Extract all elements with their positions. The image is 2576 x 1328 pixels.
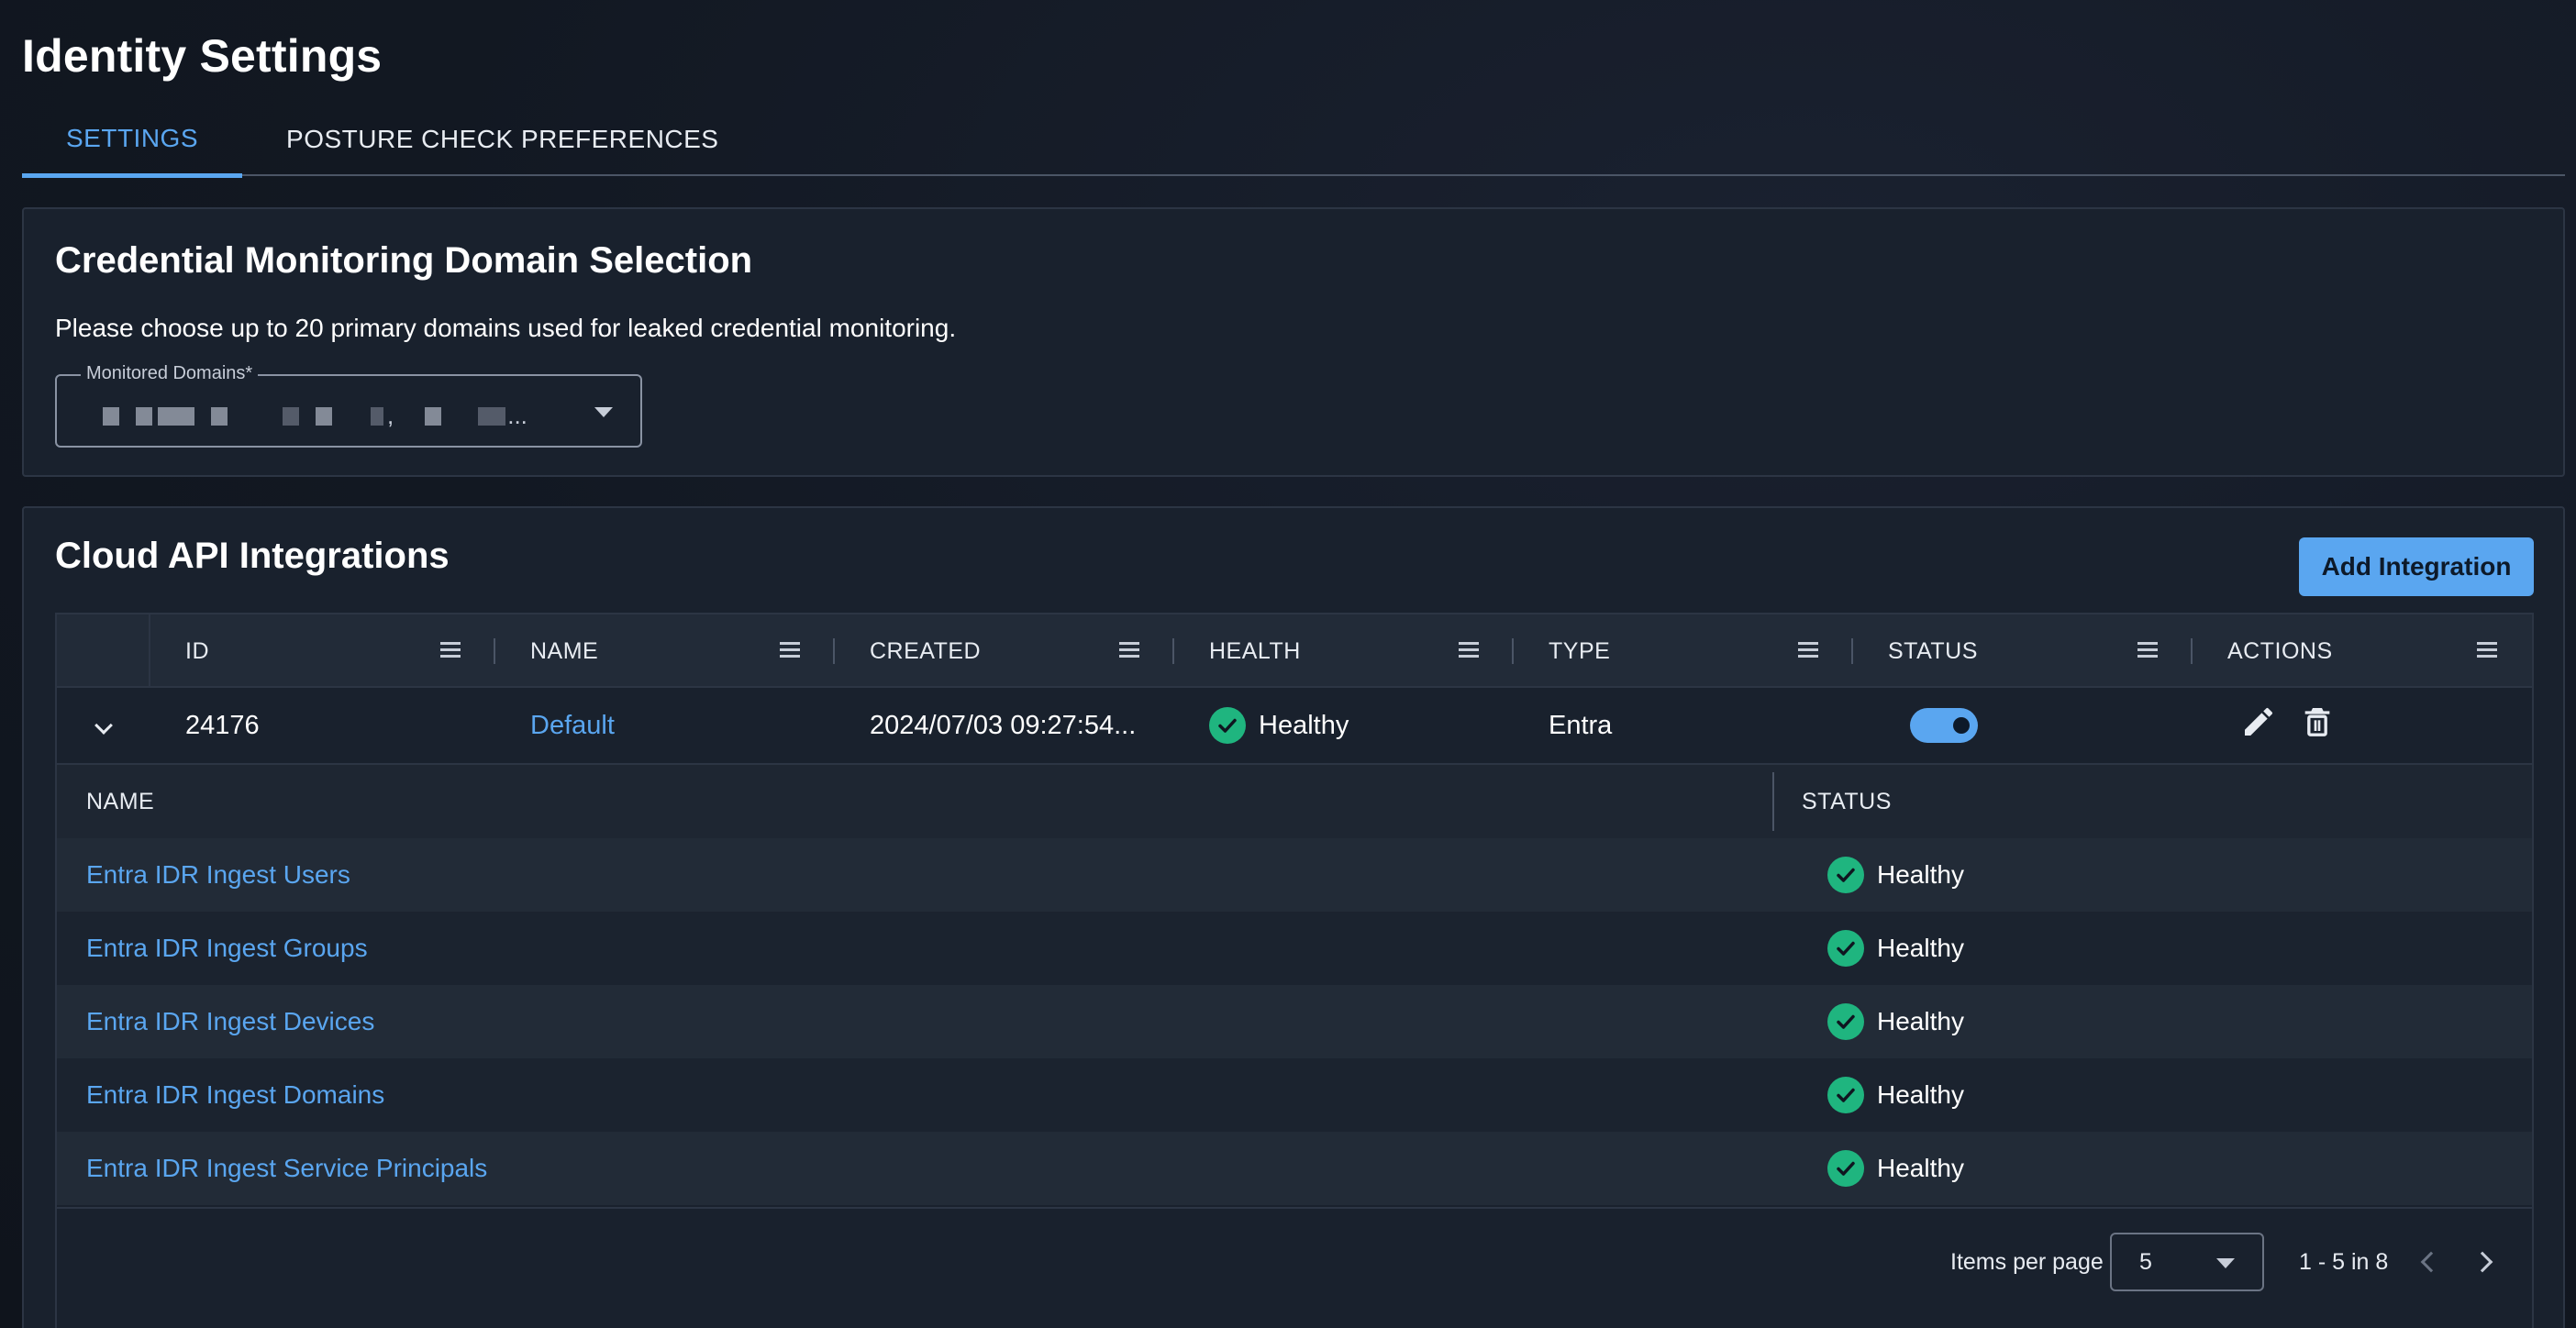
items-per-page-label: Items per page xyxy=(1950,1248,2104,1275)
monitored-domains-label: Monitored Domains* xyxy=(81,363,259,384)
sub-row-name-link[interactable]: Entra IDR Ingest Users xyxy=(86,838,350,912)
sub-row-status-label: Healthy xyxy=(1877,1007,1964,1035)
column-header-health[interactable]: HEALTH xyxy=(1209,614,1301,688)
column-divider[interactable] xyxy=(1772,772,1774,831)
check-circle-icon xyxy=(1827,930,1864,967)
items-per-page-select[interactable]: 5 xyxy=(2110,1233,2264,1291)
column-header-created[interactable]: CREATED xyxy=(870,614,981,688)
list-item: Entra IDR Ingest Groups Healthy xyxy=(57,912,2532,985)
row-health-label: Healthy xyxy=(1259,710,1349,740)
column-header-status[interactable]: STATUS xyxy=(1888,614,1978,688)
pagination-range: 1 - 5 in 8 xyxy=(2299,1248,2389,1275)
chevron-down-icon[interactable] xyxy=(94,716,113,735)
sub-row-status: Healthy xyxy=(1827,1132,1964,1205)
column-header-name[interactable]: NAME xyxy=(530,614,598,688)
menu-icon[interactable] xyxy=(2477,642,2497,658)
sub-row-status-label: Healthy xyxy=(1877,860,1964,889)
cloud-api-panel: Cloud API Integrations Add Integration I… xyxy=(22,506,2565,1328)
sub-row-status: Healthy xyxy=(1827,985,1964,1058)
table-row: 24176 Default 2024/07/03 09:27:54... Hea… xyxy=(57,688,2532,765)
sub-row-name-link[interactable]: Entra IDR Ingest Domains xyxy=(86,1058,384,1132)
pencil-icon[interactable] xyxy=(2240,703,2277,747)
cloud-api-title: Cloud API Integrations xyxy=(55,536,450,576)
sub-row-status: Healthy xyxy=(1827,912,1964,985)
check-circle-icon xyxy=(1827,857,1864,893)
pagination: Items per page 5 1 - 5 in 8 xyxy=(57,1209,2532,1315)
monitored-domains-value: , ... xyxy=(103,402,527,430)
dropdown-caret-icon xyxy=(594,407,613,417)
sub-row-status: Healthy xyxy=(1827,838,1964,912)
row-id: 24176 xyxy=(185,710,260,740)
expanded-sub-table: NAME STATUS Entra IDR Ingest Users Healt… xyxy=(57,765,2532,1209)
column-divider[interactable] xyxy=(494,638,495,664)
row-type: Entra xyxy=(1549,710,1613,740)
items-per-page-value: 5 xyxy=(2139,1248,2152,1275)
row-health: Healthy xyxy=(1209,688,1349,763)
trash-icon[interactable] xyxy=(2299,703,2336,747)
row-name-link[interactable]: Default xyxy=(530,688,615,763)
status-toggle[interactable] xyxy=(1910,708,1978,743)
sub-row-name-link[interactable]: Entra IDR Ingest Service Principals xyxy=(86,1132,487,1205)
check-circle-icon xyxy=(1827,1077,1864,1113)
sub-row-status-label: Healthy xyxy=(1877,934,1964,962)
list-item: Entra IDR Ingest Service Principals Heal… xyxy=(57,1132,2532,1205)
sub-column-header-status[interactable]: STATUS xyxy=(1802,765,1892,838)
menu-icon[interactable] xyxy=(1459,642,1479,658)
column-divider[interactable] xyxy=(1512,638,1514,664)
monitored-domains-select[interactable]: Monitored Domains* , ... xyxy=(55,363,642,448)
list-item: Entra IDR Ingest Devices Healthy xyxy=(57,985,2532,1058)
sub-table-header: NAME STATUS xyxy=(57,765,2532,838)
menu-icon[interactable] xyxy=(1119,642,1139,658)
dropdown-caret-icon xyxy=(2216,1258,2235,1268)
check-circle-icon xyxy=(1827,1150,1864,1187)
column-divider[interactable] xyxy=(833,638,835,664)
domain-selection-description: Please choose up to 20 primary domains u… xyxy=(55,314,957,342)
sub-row-name-link[interactable]: Entra IDR Ingest Groups xyxy=(86,912,368,985)
add-integration-button[interactable]: Add Integration xyxy=(2299,537,2534,596)
tab-settings[interactable]: SETTINGS xyxy=(22,103,243,178)
column-divider[interactable] xyxy=(1172,638,1174,664)
menu-icon[interactable] xyxy=(780,642,800,658)
sub-row-status-label: Healthy xyxy=(1877,1154,1964,1182)
menu-icon[interactable] xyxy=(440,642,461,658)
sub-row-status-label: Healthy xyxy=(1877,1080,1964,1109)
column-header-id[interactable]: ID xyxy=(185,614,209,688)
menu-icon[interactable] xyxy=(2137,642,2158,658)
tab-posture-check-preferences[interactable]: POSTURE CHECK PREFERENCES xyxy=(242,103,762,176)
check-circle-icon xyxy=(1209,707,1246,744)
column-divider[interactable] xyxy=(2191,638,2193,664)
monitored-domains-ellipsis: ... xyxy=(507,402,527,429)
column-header-type[interactable]: TYPE xyxy=(1549,614,1610,688)
row-created: 2024/07/03 09:27:54... xyxy=(870,710,1137,740)
domain-selection-title: Credential Monitoring Domain Selection xyxy=(55,240,753,281)
column-header-actions[interactable]: ACTIONS xyxy=(2227,614,2333,688)
page-title: Identity Settings xyxy=(22,30,383,82)
chevron-left-icon[interactable] xyxy=(2420,1251,2442,1273)
tab-bar: SETTINGS POSTURE CHECK PREFERENCES xyxy=(22,103,2565,178)
check-circle-icon xyxy=(1827,1003,1864,1040)
list-item: Entra IDR Ingest Users Healthy xyxy=(57,838,2532,912)
menu-icon[interactable] xyxy=(1798,642,1818,658)
list-item: Entra IDR Ingest Domains Healthy xyxy=(57,1058,2532,1132)
sub-column-header-name[interactable]: NAME xyxy=(86,765,154,838)
table-header: ID NAME CREATED HEALTH TYPE STATUS ACTIO… xyxy=(57,614,2532,688)
column-divider[interactable] xyxy=(1851,638,1853,664)
integrations-table: ID NAME CREATED HEALTH TYPE STATUS ACTIO… xyxy=(55,613,2534,1328)
sub-row-name-link[interactable]: Entra IDR Ingest Devices xyxy=(86,985,374,1058)
row-status-toggle-cell xyxy=(1910,688,1978,763)
sub-row-status: Healthy xyxy=(1827,1058,1964,1132)
domain-selection-panel: Credential Monitoring Domain Selection P… xyxy=(22,207,2565,477)
row-actions xyxy=(2240,688,2336,763)
chevron-right-icon[interactable] xyxy=(2471,1251,2493,1273)
